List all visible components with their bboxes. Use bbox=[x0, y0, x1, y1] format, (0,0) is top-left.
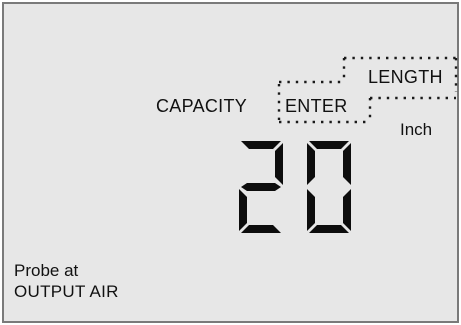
digit-segment bbox=[343, 143, 351, 185]
probe-location-label: OUTPUT AIR bbox=[14, 282, 119, 301]
digit-segment bbox=[241, 183, 281, 191]
lcd-display: LENGTH CAPACITY ENTER Inch 20 Probe at O… bbox=[2, 2, 459, 323]
probe-label: Probe at bbox=[14, 261, 79, 280]
digit-segment bbox=[343, 189, 351, 231]
digit-segment bbox=[309, 225, 349, 233]
digit-segment bbox=[309, 141, 349, 149]
digit-segment bbox=[241, 141, 281, 149]
digit-segment bbox=[307, 143, 315, 185]
digit-segment bbox=[307, 189, 315, 231]
digit-segment bbox=[239, 189, 247, 231]
digit-segment bbox=[275, 143, 283, 185]
digit-segment bbox=[241, 225, 281, 233]
